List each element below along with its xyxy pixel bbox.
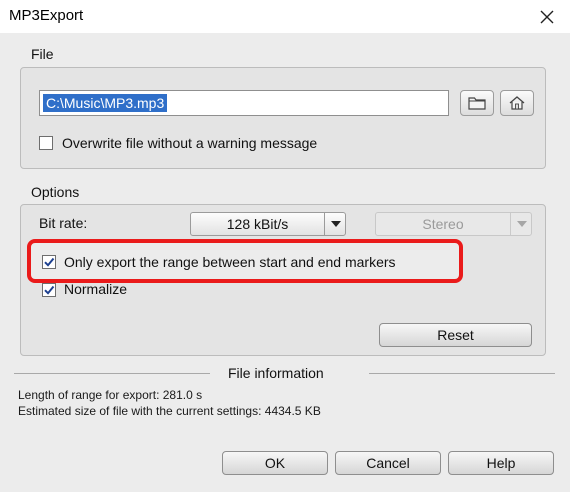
file-info-label: File information bbox=[228, 365, 324, 381]
bitrate-select[interactable]: 128 kBit/s bbox=[190, 212, 346, 236]
folder-icon bbox=[468, 97, 486, 110]
close-button[interactable] bbox=[534, 4, 560, 30]
normalize-label: Normalize bbox=[64, 281, 128, 297]
file-path-input[interactable]: C:\Music\MP3.mp3 bbox=[39, 90, 449, 116]
home-folder-button[interactable] bbox=[500, 90, 534, 116]
reset-button[interactable]: Reset bbox=[379, 323, 532, 347]
range-only-label: Only export the range between start and … bbox=[64, 254, 396, 270]
window-title: MP3Export bbox=[9, 7, 84, 24]
cancel-button[interactable]: Cancel bbox=[335, 451, 441, 475]
bitrate-value: 128 kBit/s bbox=[226, 216, 289, 232]
checkmark-icon bbox=[44, 285, 55, 295]
ok-button[interactable]: OK bbox=[222, 451, 328, 475]
file-group bbox=[20, 67, 546, 169]
mp3-export-dialog: MP3Export File C:\Music\MP3.mp3 Overwrit… bbox=[0, 0, 570, 492]
info-divider-right bbox=[369, 373, 555, 374]
range-only-checkbox[interactable] bbox=[42, 255, 56, 269]
bitrate-label: Bit rate: bbox=[39, 215, 88, 231]
title-bar: MP3Export bbox=[0, 0, 570, 33]
file-path-value: C:\Music\MP3.mp3 bbox=[43, 94, 168, 112]
normalize-checkbox[interactable] bbox=[42, 283, 56, 297]
close-icon bbox=[540, 10, 554, 24]
checkmark-icon bbox=[44, 257, 55, 267]
export-length-text: Length of range for export: 281.0 s bbox=[18, 388, 203, 402]
chevron-down-icon bbox=[510, 213, 532, 235]
overwrite-checkbox[interactable] bbox=[39, 136, 53, 150]
estimated-size-text: Estimated size of file with the current … bbox=[18, 404, 321, 418]
channel-select: Stereo bbox=[375, 212, 532, 236]
channel-value: Stereo bbox=[422, 216, 464, 232]
options-section-label: Options bbox=[31, 184, 80, 200]
chevron-down-icon bbox=[324, 213, 346, 235]
info-divider-left bbox=[14, 373, 210, 374]
overwrite-label: Overwrite file without a warning message bbox=[62, 135, 318, 151]
home-icon bbox=[509, 96, 525, 110]
file-section-label: File bbox=[31, 46, 54, 62]
browse-folder-button[interactable] bbox=[460, 90, 494, 116]
help-button[interactable]: Help bbox=[448, 451, 554, 475]
